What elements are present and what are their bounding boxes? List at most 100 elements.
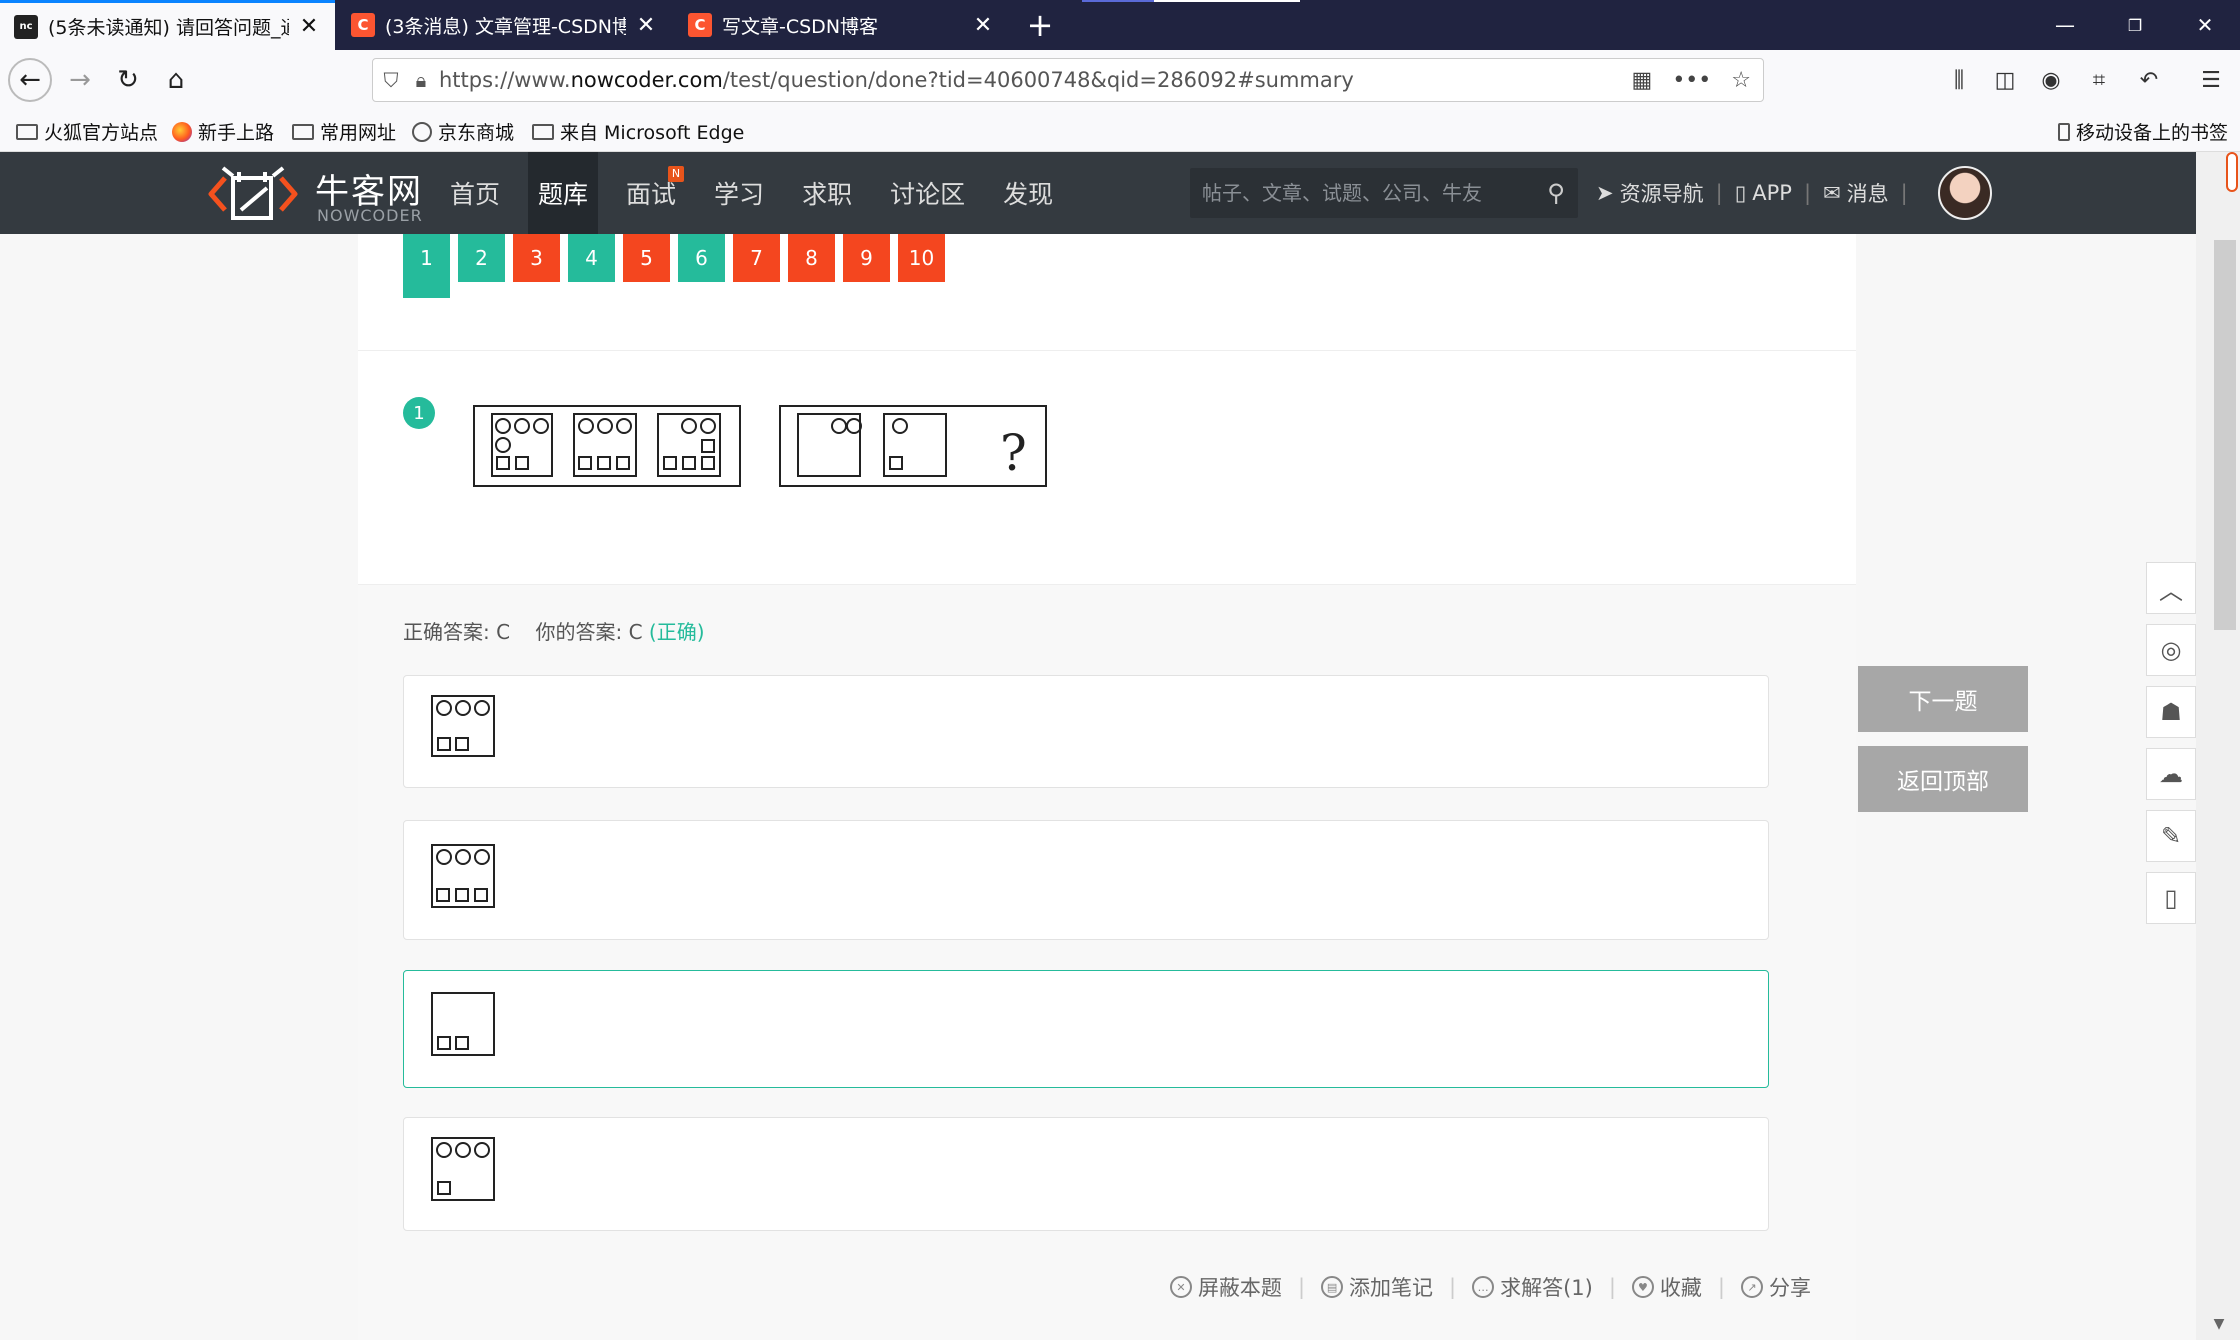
option-c[interactable] [403,970,1769,1088]
tab-title: (5条未读通知) 请回答问题_通用 [48,17,289,39]
back-button[interactable]: ← [8,58,52,102]
option-a[interactable] [403,675,1769,788]
question-nav-item[interactable]: 7 [733,234,780,282]
account-icon[interactable]: ◉ [2036,68,2066,93]
nav-discuss[interactable]: 讨论区 [880,152,975,234]
bookmark-mobile[interactable]: 移动设备上的书签 [2058,118,2228,145]
user-avatar[interactable] [1938,166,1992,220]
question-nav-item[interactable]: 10 [898,234,945,282]
bookmark-label: 新手上路 [198,122,275,144]
mobile-icon: ▯ [2164,884,2178,912]
nav-label: 题库 [538,180,589,209]
address-bar[interactable]: ⛉ 🔒︎ https://www.nowcoder.com/test/quest… [372,58,1764,102]
next-question-label: 下一题 [1908,689,1978,715]
nav-home[interactable]: 首页 [440,152,510,234]
close-window-icon[interactable]: ✕ [2170,0,2240,50]
new-tab-icon[interactable]: + [1022,6,1058,44]
csdn-favicon-icon: C [351,13,375,37]
mobile-button[interactable]: ▯ [2146,872,2196,924]
browser-tab-csdn-write[interactable]: C 写文章-CSDN博客 ✕ [674,0,1009,50]
divider [358,584,1856,585]
hide-question-button[interactable]: ✕ 屏蔽本题 | [1169,1272,1305,1302]
resources-link[interactable]: ➤ 资源导航 [1596,178,1704,208]
question-nav-item[interactable]: 5 [623,234,670,282]
block-icon: ✕ [1169,1276,1192,1298]
share-button[interactable]: ↗ 分享 [1741,1272,1811,1302]
minimize-icon[interactable]: — [2030,0,2100,50]
feedback-button[interactable]: ✎ [2146,810,2196,862]
close-tab-icon[interactable]: ✕ [297,14,321,39]
reload-icon: ↻ [117,65,139,95]
add-note-button[interactable]: ▤ 添加笔记 | [1321,1272,1456,1302]
question-nav-item[interactable]: 2 [458,234,505,282]
qq-share-button[interactable]: ☗ [2146,686,2196,738]
scroll-up-button[interactable]: ︿ [2146,562,2196,614]
next-question-button[interactable]: 下一题 [1858,666,2028,732]
restore-icon[interactable]: ❐ [2100,0,2170,50]
question-nav-item[interactable]: 1 [403,234,450,298]
bookmark-firefox-site[interactable]: 火狐官方站点 [16,118,158,145]
separator: | [1608,1275,1616,1299]
close-tab-icon[interactable]: ✕ [971,13,995,38]
option-b[interactable] [403,820,1769,940]
scrollbar-thumb[interactable] [2214,240,2236,630]
weibo-share-button[interactable]: ◎ [2146,624,2196,676]
question-nav-item[interactable]: 3 [513,234,560,282]
home-button[interactable]: ⌂ [154,58,198,102]
bookmark-star-icon[interactable]: ☆ [1731,68,1751,93]
question-nav-item[interactable]: 8 [788,234,835,282]
nav-interview[interactable]: 面试 N [616,152,686,234]
menu-icon[interactable]: ☰ [2196,68,2226,93]
undo-icon[interactable]: ↶ [2134,68,2164,93]
search-icon[interactable]: ⚲ [1534,179,1578,207]
nav-label: 讨论区 [890,180,966,209]
shield-icon[interactable]: ⛉ [373,68,409,92]
new-badge: N [668,166,685,182]
ask-solution-button[interactable]: … 求解答(1) | [1472,1272,1616,1302]
option-d[interactable] [403,1117,1769,1231]
question-nav-item[interactable]: 6 [678,234,725,282]
question-figure: ? [473,405,1047,487]
site-search: ⚲ [1190,168,1578,218]
action-label: 收藏 [1659,1276,1702,1300]
screenshot-icon[interactable]: ⌗ [2084,68,2114,93]
question-nav-item[interactable]: 9 [843,234,890,282]
nav-discover[interactable]: 发现 [993,152,1063,234]
more-actions-icon[interactable]: ••• [1672,68,1711,93]
bookmark-label: 来自 Microsoft Edge [560,122,745,144]
app-link[interactable]: ▯ APP [1735,181,1792,205]
action-label: 添加笔记 [1349,1276,1434,1300]
nav-question-bank[interactable]: 题库 [528,152,599,234]
reload-button[interactable]: ↻ [106,58,150,102]
bookmark-jd[interactable]: 京东商城 [412,118,514,145]
messages-link[interactable]: ✉ 消息 [1823,178,1889,208]
bookmark-common-sites[interactable]: 常用网址 [292,118,396,145]
close-tab-icon[interactable]: ✕ [634,13,658,38]
bookmark-edge[interactable]: 来自 Microsoft Edge [532,118,744,145]
messages-label: 消息 [1846,182,1889,206]
browser-tab-nowcoder[interactable]: nc (5条未读通知) 请回答问题_通用 ✕ [0,0,335,50]
scroll-down-arrow-icon[interactable]: ▼ [2206,1316,2232,1332]
lock-icon[interactable]: 🔒︎ [409,68,433,92]
action-label: 屏蔽本题 [1197,1276,1282,1300]
wechat-share-button[interactable]: ☁ [2146,748,2196,800]
qr-code-icon[interactable]: ▦ [1632,68,1653,93]
nav-learn[interactable]: 学习 [704,152,774,234]
url-prefix: https://www. [439,68,571,92]
browser-tab-csdn-manage[interactable]: C (3条消息) 文章管理-CSDN博客 ✕ [337,0,672,50]
forward-button[interactable]: → [58,58,102,102]
url-text[interactable]: https://www.nowcoder.com/test/question/d… [439,68,1632,92]
question-nav-item[interactable]: 4 [568,234,615,282]
header-links: ➤ 资源导航 | ▯ APP | ✉ 消息 | [1596,152,1920,234]
sidebar-icon[interactable]: ◫ [1990,68,2020,93]
nav-jobs[interactable]: 求职 [792,152,862,234]
favorite-button[interactable]: ♥ 收藏 | [1631,1272,1725,1302]
bookmark-getting-started[interactable]: 新手上路 [172,118,274,145]
back-to-top-button[interactable]: 返回顶部 [1858,746,2028,812]
site-search-input[interactable] [1190,181,1534,205]
option-a-figure [431,695,495,757]
app-label: APP [1752,181,1792,205]
library-icon[interactable]: ⫼ [1944,68,1974,93]
site-logo[interactable]: 牛客网 NOWCODER [205,160,435,226]
weibo-icon: ◎ [2160,636,2182,664]
